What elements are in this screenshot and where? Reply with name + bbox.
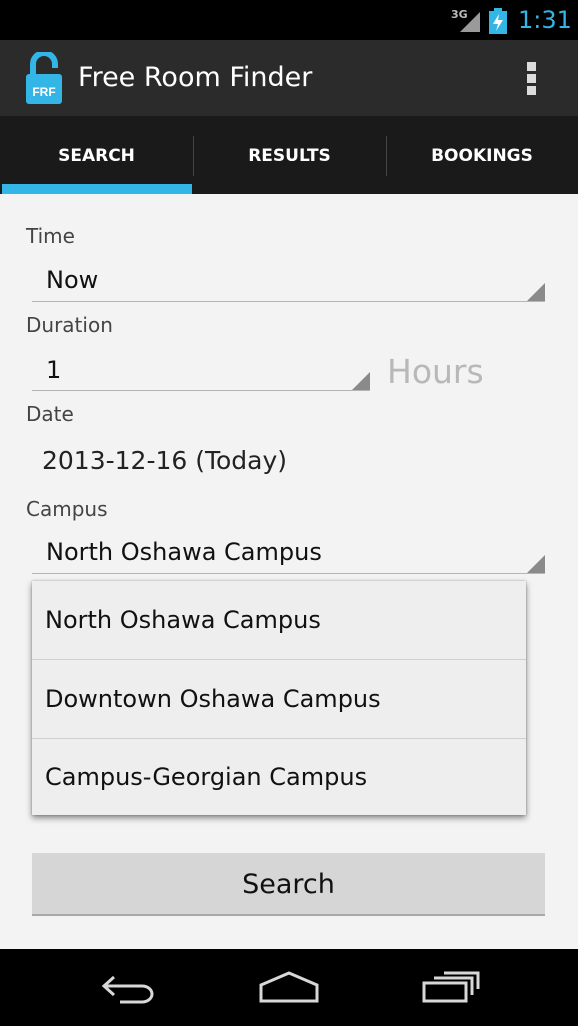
app-title: Free Room Finder bbox=[78, 62, 313, 93]
search-button[interactable]: Search bbox=[32, 853, 545, 916]
status-bar: 3G 1:31 bbox=[0, 0, 578, 40]
recent-apps-icon[interactable] bbox=[422, 969, 480, 1005]
campus-option-georgian[interactable]: Campus-Georgian Campus bbox=[32, 739, 526, 815]
battery-charging-icon bbox=[489, 8, 507, 34]
campus-dropdown-list: North Oshawa Campus Downtown Oshawa Camp… bbox=[32, 581, 526, 815]
tab-results[interactable]: RESULTS bbox=[193, 116, 386, 194]
duration-unit: Hours bbox=[387, 352, 484, 391]
dropdown-arrow-icon bbox=[352, 372, 370, 390]
date-value[interactable]: 2013-12-16 (Today) bbox=[42, 446, 287, 475]
app-lock-icon[interactable]: FRF bbox=[26, 52, 62, 104]
tab-search[interactable]: SEARCH bbox=[0, 116, 193, 194]
dropdown-arrow-icon bbox=[527, 555, 545, 573]
navigation-bar bbox=[0, 949, 578, 1026]
duration-label: Duration bbox=[26, 313, 113, 337]
tab-bar: SEARCH RESULTS BOOKINGS bbox=[0, 116, 578, 194]
signal-icon bbox=[460, 12, 480, 32]
selected-tab-indicator bbox=[2, 184, 192, 194]
time-value: Now bbox=[46, 266, 99, 294]
tab-bookings[interactable]: BOOKINGS bbox=[386, 116, 578, 194]
campus-spinner-underline bbox=[32, 573, 545, 574]
campus-value: North Oshawa Campus bbox=[46, 538, 322, 566]
duration-value: 1 bbox=[46, 356, 62, 384]
duration-spinner-underline bbox=[32, 390, 370, 391]
clock: 1:31 bbox=[518, 6, 572, 34]
campus-label: Campus bbox=[26, 497, 108, 521]
date-label: Date bbox=[26, 402, 74, 426]
back-icon[interactable] bbox=[100, 969, 158, 1005]
campus-option-downtown-oshawa[interactable]: Downtown Oshawa Campus bbox=[32, 660, 526, 738]
time-label: Time bbox=[26, 224, 75, 248]
search-form: Time Now Duration 1 Hours Date 2013-12-1… bbox=[0, 194, 578, 949]
home-icon[interactable] bbox=[258, 969, 320, 1005]
campus-option-north-oshawa[interactable]: North Oshawa Campus bbox=[32, 581, 526, 659]
dropdown-arrow-icon bbox=[527, 283, 545, 301]
action-bar: FRF Free Room Finder bbox=[0, 40, 578, 116]
time-spinner-underline bbox=[32, 301, 545, 302]
app-icon-text: FRF bbox=[32, 85, 55, 99]
overflow-menu-icon[interactable] bbox=[522, 60, 542, 96]
